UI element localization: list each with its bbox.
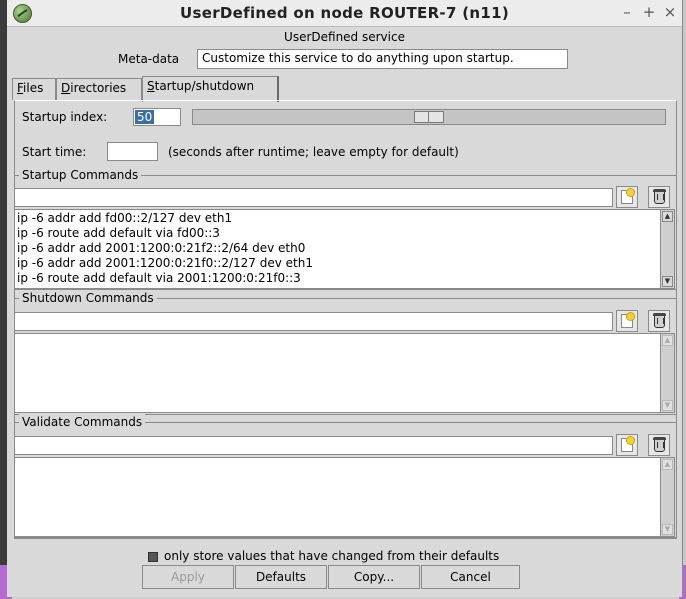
title-bar[interactable]: UserDefined on node ROUTER-7 (n11) – + × (7, 0, 682, 27)
new-document-icon (621, 312, 635, 328)
shutdown-commands-scrollbar[interactable]: ▲ ▼ (660, 334, 674, 412)
cancel-button[interactable]: Cancel (421, 565, 520, 589)
add-validate-command-button[interactable] (616, 434, 638, 456)
scroll-up-icon[interactable]: ▲ (662, 335, 673, 346)
service-name: UserDefined service (284, 30, 405, 44)
delete-validate-command-button[interactable] (648, 434, 670, 456)
validate-commands-title: Validate Commands (19, 414, 146, 430)
command-line: ip -6 addr add 2001:1200:0:21f2::2/64 de… (17, 241, 306, 255)
startup-index-input[interactable]: 50 (133, 108, 181, 126)
scroll-up-icon[interactable]: ▲ (662, 459, 673, 470)
delete-startup-command-button[interactable] (648, 186, 670, 208)
window-title: UserDefined on node ROUTER-7 (n11) (180, 4, 509, 22)
scroll-down-icon[interactable]: ▼ (662, 276, 673, 287)
validate-commands-list[interactable]: ▲ ▼ (14, 457, 675, 537)
tab-startup-shutdown[interactable]: Startup/shutdown (142, 76, 279, 102)
defaults-button[interactable]: Defaults (235, 565, 327, 589)
start-time-hint: (seconds after runtime; leave empty for … (168, 145, 459, 159)
service-config-dialog: UserDefined on node ROUTER-7 (n11) – + ×… (7, 0, 683, 597)
new-document-icon (621, 188, 635, 204)
startup-command-input[interactable] (14, 188, 613, 207)
shutdown-command-input[interactable] (14, 312, 613, 331)
apply-button[interactable]: Apply (142, 565, 234, 589)
add-shutdown-command-button[interactable] (616, 310, 638, 332)
validate-commands-scrollbar[interactable]: ▲ ▼ (660, 458, 674, 536)
only-changed-label: only store values that have changed from… (164, 549, 500, 563)
startup-commands-scrollbar[interactable]: ▲ ▼ (660, 210, 674, 288)
start-time-input[interactable] (107, 142, 158, 161)
trash-can-icon (653, 437, 666, 452)
validate-command-input[interactable] (14, 436, 613, 455)
scroll-down-icon[interactable]: ▼ (662, 524, 673, 535)
meta-data-label: Meta-data (118, 52, 180, 66)
startup-index-slider[interactable] (192, 109, 666, 125)
startup-commands-title: Startup Commands (19, 167, 142, 183)
tab-files-label: iles (23, 81, 44, 95)
shutdown-commands-title: Shutdown Commands (19, 290, 157, 306)
tab-directories-mnemonic: D (61, 81, 71, 95)
tab-files[interactable]: Files (12, 78, 56, 100)
copy-button[interactable]: Copy... (328, 565, 420, 589)
minimize-button[interactable]: – (619, 3, 635, 21)
startup-index-value: 50 (135, 110, 155, 124)
tab-startup-mnemonic: S (147, 79, 155, 93)
command-line: ip -6 addr add fd00::2/127 dev eth1 (17, 211, 233, 225)
add-startup-command-button[interactable] (616, 186, 638, 208)
delete-shutdown-command-button[interactable] (648, 310, 670, 332)
scroll-up-icon[interactable]: ▲ (662, 211, 673, 222)
command-line: ip -6 addr add 2001:1200:0:21f0::2/127 d… (17, 256, 313, 270)
tab-directories-label: irectories (70, 81, 127, 95)
startup-index-label: Startup index: (22, 110, 108, 124)
scroll-down-icon[interactable]: ▼ (662, 400, 673, 411)
only-changed-checkbox[interactable] (148, 552, 158, 562)
startup-commands-list[interactable]: ip -6 addr add fd00::2/127 dev eth1 ip -… (14, 209, 675, 289)
background-edge (0, 0, 7, 599)
meta-data-input[interactable]: Customize this service to do anything up… (197, 49, 568, 69)
tab-directories[interactable]: Directories (56, 78, 142, 100)
command-line: ip -6 route add default via 2001:1200:0:… (17, 271, 301, 285)
tab-startup-label: tartup/shutdown (154, 79, 255, 93)
new-document-icon (621, 436, 635, 452)
start-time-label: Start time: (22, 145, 87, 159)
maximize-button[interactable]: + (641, 3, 657, 21)
shutdown-commands-list[interactable]: ▲ ▼ (14, 333, 675, 413)
slider-handle[interactable] (414, 111, 444, 123)
command-line: ip -6 route add default via fd00::3 (17, 226, 220, 240)
screen: UserDefined on node ROUTER-7 (n11) – + ×… (0, 0, 686, 599)
trash-can-icon (653, 189, 666, 204)
trash-can-icon (653, 313, 666, 328)
close-button[interactable]: × (662, 3, 678, 21)
